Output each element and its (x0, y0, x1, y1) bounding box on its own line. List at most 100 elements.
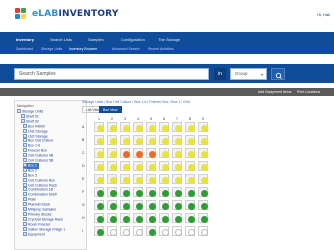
box-slot[interactable] (120, 135, 130, 145)
box-slot[interactable] (133, 122, 143, 132)
box-slot[interactable] (172, 226, 182, 236)
user-menu[interactable]: Hi, Hali (317, 12, 330, 17)
box-slot[interactable] (120, 226, 130, 236)
box-slot[interactable] (159, 226, 169, 236)
box-slot[interactable] (198, 148, 208, 158)
search-scope-select[interactable]: Group ▾ (230, 68, 267, 80)
box-slot[interactable] (159, 122, 169, 132)
box-slot[interactable] (198, 187, 208, 197)
box-slot[interactable] (107, 226, 117, 236)
box-slot[interactable] (94, 200, 104, 210)
box-slot[interactable] (185, 161, 195, 171)
search-input[interactable]: Search Samples (14, 68, 209, 80)
box-slot[interactable] (146, 187, 156, 197)
subnav-item-storage-units[interactable]: Storage Units (41, 47, 62, 51)
box-slot[interactable] (185, 200, 195, 210)
subnav-item-recent-activities[interactable]: Recent Activities (148, 47, 174, 51)
subnav-item-dashboard[interactable]: Dashboard (16, 47, 33, 51)
box-slot[interactable] (159, 148, 169, 158)
box-slot[interactable] (94, 187, 104, 197)
box-slot[interactable] (133, 161, 143, 171)
box-slot[interactable] (107, 200, 117, 210)
box-slot[interactable] (120, 213, 130, 223)
box-slot[interactable] (198, 200, 208, 210)
box-slot[interactable] (172, 174, 182, 184)
box-slot[interactable] (120, 161, 130, 171)
search-button[interactable] (271, 68, 285, 80)
box-slot[interactable] (159, 161, 169, 171)
box-slot[interactable] (172, 161, 182, 171)
box-slot[interactable] (198, 122, 208, 132)
box-slot[interactable] (172, 135, 182, 145)
box-slot[interactable] (133, 148, 143, 158)
nav-item-the-storage[interactable]: The Storage (158, 37, 180, 42)
box-slot[interactable] (94, 174, 104, 184)
box-slot[interactable] (172, 213, 182, 223)
box-slot[interactable] (94, 161, 104, 171)
box-slot[interactable] (159, 174, 169, 184)
box-slot[interactable] (172, 122, 182, 132)
print-locations-button[interactable]: Print Locations (297, 88, 320, 96)
box-slot[interactable] (107, 187, 117, 197)
box-slot[interactable] (107, 161, 117, 171)
nav-item-configuration[interactable]: Configuration (121, 37, 145, 42)
box-slot[interactable] (107, 122, 117, 132)
box-slot[interactable] (133, 135, 143, 145)
tab-box-view[interactable]: Box View (99, 106, 122, 113)
box-slot[interactable] (107, 213, 117, 223)
box-slot[interactable] (146, 135, 156, 145)
box-slot[interactable] (146, 213, 156, 223)
box-slot[interactable] (107, 174, 117, 184)
box-slot[interactable] (133, 174, 143, 184)
box-slot[interactable] (133, 213, 143, 223)
box-slot[interactable] (120, 174, 130, 184)
app-title[interactable]: eLABINVENTORY (32, 9, 119, 19)
box-slot[interactable] (107, 148, 117, 158)
box-slot[interactable] (185, 226, 195, 236)
box-slot[interactable] (159, 213, 169, 223)
box-slot[interactable] (94, 226, 104, 236)
box-slot[interactable] (146, 161, 156, 171)
box-slot[interactable] (185, 135, 195, 145)
box-slot[interactable] (185, 174, 195, 184)
box-slot[interactable] (94, 213, 104, 223)
box-slot[interactable] (172, 187, 182, 197)
breadcrumb[interactable]: Storage Units / Box Cell Culture / Box 1… (82, 100, 190, 104)
box-slot[interactable] (146, 174, 156, 184)
box-slot[interactable] (107, 135, 117, 145)
box-slot[interactable] (159, 187, 169, 197)
box-slot[interactable] (185, 187, 195, 197)
nav-item-inventory[interactable]: Inventory (16, 37, 34, 42)
box-slot[interactable] (198, 226, 208, 236)
box-slot[interactable] (120, 148, 130, 158)
box-slot[interactable] (94, 122, 104, 132)
box-slot[interactable] (198, 213, 208, 223)
subnav-item-inventory-browser[interactable]: Inventory Browser (69, 47, 97, 51)
box-slot[interactable] (120, 122, 130, 132)
box-slot[interactable] (133, 226, 143, 236)
box-slot[interactable] (185, 122, 195, 132)
box-slot[interactable] (198, 161, 208, 171)
add-equipment-button[interactable]: Add Equipment Items (258, 88, 291, 96)
nav-item-search-lists[interactable]: Search Lists (50, 37, 72, 42)
box-slot[interactable] (94, 148, 104, 158)
box-slot[interactable] (172, 148, 182, 158)
tree-item[interactable]: Equipment (23, 231, 45, 238)
nav-item-samples[interactable]: Samples (88, 37, 104, 42)
box-slot[interactable] (94, 135, 104, 145)
box-slot[interactable] (146, 148, 156, 158)
box-slot[interactable] (146, 200, 156, 210)
box-slot[interactable] (159, 135, 169, 145)
box-slot[interactable] (133, 200, 143, 210)
subnav-item-advanced-search[interactable]: Advanced Search (112, 47, 140, 51)
box-slot[interactable] (133, 187, 143, 197)
box-slot[interactable] (185, 148, 195, 158)
box-slot[interactable] (120, 187, 130, 197)
box-slot[interactable] (172, 200, 182, 210)
box-slot[interactable] (198, 135, 208, 145)
box-slot[interactable] (185, 213, 195, 223)
box-slot[interactable] (146, 122, 156, 132)
box-slot[interactable] (120, 200, 130, 210)
box-slot[interactable] (146, 226, 156, 236)
box-slot[interactable] (159, 200, 169, 210)
